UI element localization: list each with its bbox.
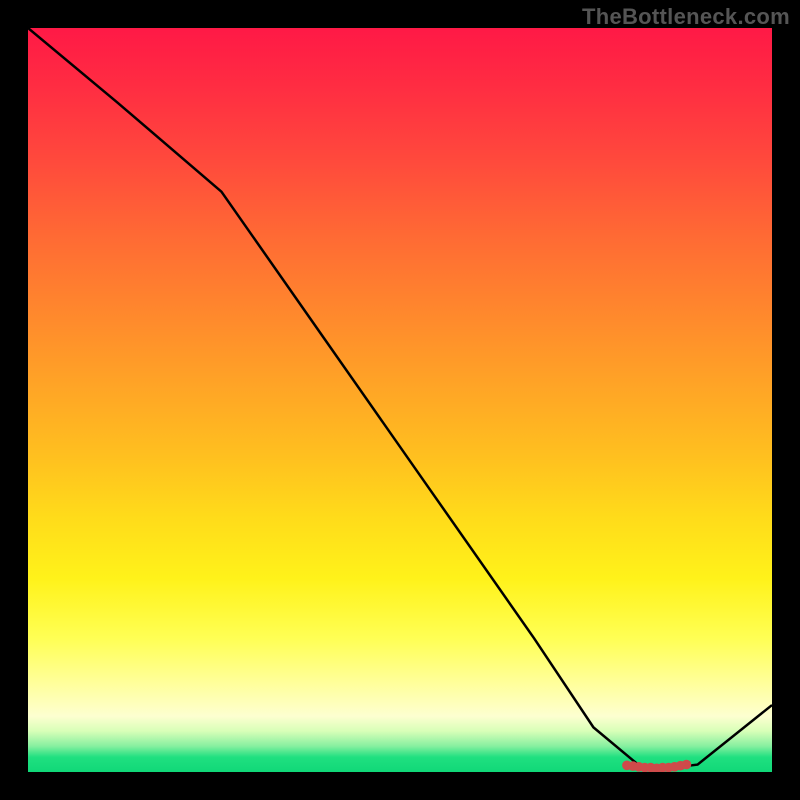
chart-stage: TheBottleneck.com [0, 0, 800, 800]
chart-svg [28, 28, 772, 772]
watermark-text: TheBottleneck.com [582, 4, 790, 30]
marker-group [622, 760, 691, 772]
line-curve [28, 28, 772, 768]
curve-marker [682, 760, 692, 770]
plot-area [28, 28, 772, 772]
